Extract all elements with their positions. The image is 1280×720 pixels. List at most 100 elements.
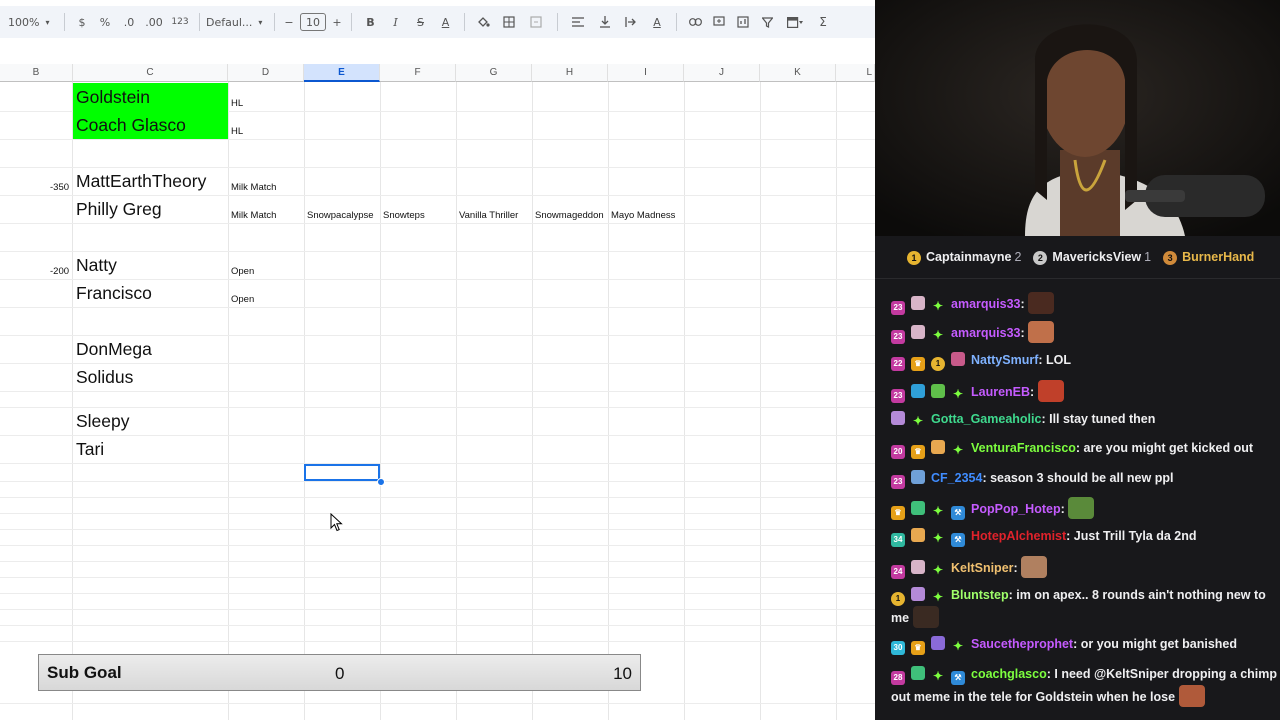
grid-line: [0, 139, 875, 140]
text-wrap-icon[interactable]: [618, 10, 644, 34]
cell-d-open[interactable]: Open: [231, 294, 254, 305]
font-select[interactable]: Defaul... ▾: [206, 10, 268, 34]
sub-goal-label: Sub Goal: [47, 663, 122, 682]
chat-username[interactable]: coachglasco: [971, 667, 1047, 681]
emote-image: [1021, 556, 1048, 578]
gift-badge-icon: [911, 470, 925, 484]
cell-g-vanilla-thriller[interactable]: Vanilla Thriller: [459, 210, 518, 221]
toolbar-divider: [351, 13, 352, 31]
cell-c-francisco[interactable]: Francisco: [76, 283, 152, 304]
fill-color-icon[interactable]: [471, 10, 496, 34]
cell-d-milk-match[interactable]: Milk Match: [231, 182, 276, 193]
cell-c-tari[interactable]: Tari: [76, 439, 104, 460]
bold-button[interactable]: B: [358, 10, 383, 34]
cell-c-sleepy[interactable]: Sleepy: [76, 411, 130, 432]
cell-c-goldstein[interactable]: Goldstein: [76, 87, 150, 108]
cell-c-natty[interactable]: Natty: [76, 255, 117, 276]
leaderboard-entry[interactable]: 1 Captainmayne 2: [907, 250, 1021, 265]
chat-username[interactable]: CF_2354: [931, 471, 982, 485]
grid-line: [0, 625, 875, 626]
rank-badge: 2: [1033, 250, 1048, 265]
chat-username[interactable]: LaurenEB: [971, 385, 1030, 399]
chat-username[interactable]: KeltSniper: [951, 561, 1014, 575]
italic-button[interactable]: I: [383, 10, 408, 34]
filter-views-icon[interactable]: [779, 10, 811, 34]
chat-username[interactable]: NattySmurf: [971, 353, 1038, 367]
fill-handle[interactable]: [377, 478, 385, 486]
column-header-j[interactable]: J: [684, 64, 760, 82]
chat-username[interactable]: Saucetheprophet: [971, 637, 1073, 651]
comment-icon[interactable]: [707, 10, 731, 34]
selected-cell[interactable]: [304, 464, 380, 481]
number-format-button[interactable]: 123: [167, 10, 193, 34]
increase-decimal-button[interactable]: .00: [141, 10, 167, 34]
link-icon[interactable]: [683, 10, 707, 34]
font-size-input[interactable]: 10: [300, 13, 326, 31]
borders-icon[interactable]: [496, 10, 521, 34]
decrease-decimal-button[interactable]: .0: [117, 10, 141, 34]
text-color-button[interactable]: A: [433, 10, 458, 34]
emote-image: [1179, 685, 1206, 707]
grid-line: [0, 513, 875, 514]
strikethrough-button[interactable]: S: [408, 10, 433, 34]
cell-b-value[interactable]: -350: [50, 182, 69, 193]
column-header-i[interactable]: I: [608, 64, 684, 82]
functions-button[interactable]: Σ: [811, 10, 835, 34]
font-size-increase-button[interactable]: +: [329, 10, 345, 34]
align-horizontal-icon[interactable]: [564, 10, 592, 34]
gift-badge-icon: [931, 384, 945, 398]
sub-badge-icon: 30: [891, 641, 905, 655]
column-header-k[interactable]: K: [760, 64, 836, 82]
merge-cells-icon[interactable]: [521, 10, 551, 34]
column-header-l[interactable]: L: [836, 64, 875, 82]
chat-username[interactable]: amarquis33: [951, 326, 1020, 340]
chat-username[interactable]: Bluntstep: [951, 588, 1009, 602]
gift-badge-icon: [911, 325, 925, 339]
grid-line: [0, 463, 875, 464]
filter-icon[interactable]: [755, 10, 779, 34]
chat-username[interactable]: PopPop_Hotep: [971, 502, 1061, 516]
cell-c-donmega[interactable]: DonMega: [76, 339, 152, 360]
leaderboard-entry[interactable]: 2 MavericksView 1: [1033, 250, 1151, 265]
chat-username[interactable]: Gotta_Gameaholic: [931, 412, 1041, 426]
cell-f-snowteps[interactable]: Snowteps: [383, 210, 425, 221]
currency-button[interactable]: $: [71, 10, 93, 34]
column-header-b[interactable]: B: [0, 64, 73, 82]
chat-username[interactable]: HotepAlchemist: [971, 529, 1066, 543]
chat-text: or you might get banished: [1080, 637, 1238, 651]
cell-c-coach-glasco[interactable]: Coach Glasco: [76, 115, 186, 136]
text-rotation-icon[interactable]: A: [644, 10, 670, 34]
cell-e-snowpacalypse[interactable]: Snowpacalypse: [307, 210, 374, 221]
leaderboard-entry[interactable]: 3 BurnerHand: [1163, 250, 1254, 265]
chart-icon[interactable]: [731, 10, 755, 34]
cell-d-milk-match[interactable]: Milk Match: [231, 210, 276, 221]
leaderboard-name: Captainmayne: [926, 249, 1012, 264]
align-vertical-icon[interactable]: [592, 10, 618, 34]
cell-d-hl[interactable]: HL: [231, 126, 243, 137]
column-header-f[interactable]: F: [380, 64, 456, 82]
cell-b-value[interactable]: -200: [50, 266, 69, 277]
cell-i-mayo-madness[interactable]: Mayo Madness: [611, 210, 675, 221]
column-header-e[interactable]: E: [304, 64, 380, 82]
grid-line: [0, 703, 875, 704]
zoom-select[interactable]: 100% ▾: [8, 10, 58, 34]
cell-c-philly-greg[interactable]: Philly Greg: [76, 199, 162, 220]
sub-badge-icon: 34: [891, 533, 905, 547]
chat-username[interactable]: amarquis33: [951, 297, 1020, 311]
sub-goal-current: 0: [335, 664, 345, 683]
column-header-d[interactable]: D: [228, 64, 304, 82]
column-header-h[interactable]: H: [532, 64, 608, 82]
cell-h-snowmageddon[interactable]: Snowmageddon: [535, 210, 604, 221]
cell-d-hl[interactable]: HL: [231, 98, 243, 109]
column-header-g[interactable]: G: [456, 64, 532, 82]
cell-c-solidus[interactable]: Solidus: [76, 367, 133, 388]
cell-c-mattearththeory[interactable]: MattEarthTheory: [76, 171, 206, 192]
hammer-badge-icon: ⚒: [951, 506, 965, 520]
leaderboard-name: BurnerHand: [1182, 249, 1255, 264]
font-size-decrease-button[interactable]: −: [281, 10, 297, 34]
percent-button[interactable]: %: [93, 10, 117, 34]
chat-username[interactable]: VenturaFrancisco: [971, 441, 1076, 455]
column-header-c[interactable]: C: [73, 64, 228, 82]
cell-d-open[interactable]: Open: [231, 266, 254, 277]
hammer-badge-icon: ⚒: [951, 533, 965, 547]
